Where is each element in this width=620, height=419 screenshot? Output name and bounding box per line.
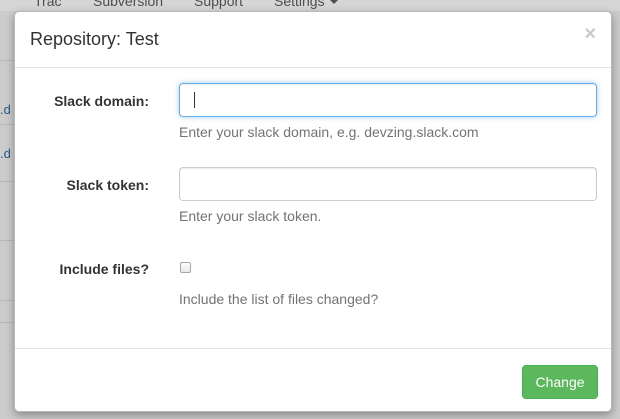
modal-footer: Change: [15, 348, 611, 412]
slack-domain-input[interactable]: [179, 83, 597, 117]
change-button[interactable]: Change: [522, 365, 598, 399]
include-files-checkbox[interactable]: [180, 262, 191, 273]
close-button[interactable]: ×: [584, 24, 596, 44]
slack-domain-label: Slack domain:: [54, 93, 149, 109]
include-files-help: Include the list of files changed?: [179, 291, 379, 307]
repository-modal: Repository: Test × Slack domain: Enter y…: [14, 11, 612, 412]
slack-token-help: Enter your slack token.: [179, 208, 322, 224]
slack-token-input[interactable]: [179, 167, 597, 201]
text-cursor: [194, 92, 195, 108]
modal-title: Repository: Test: [30, 29, 159, 49]
include-files-label: Include files?: [59, 261, 149, 277]
modal-header: Repository: Test ×: [15, 12, 611, 68]
slack-domain-help: Enter your slack domain, e.g. devzing.sl…: [179, 124, 479, 140]
page: Trac Subversion Support Settings .d .d R…: [0, 0, 620, 419]
slack-token-label: Slack token:: [66, 177, 149, 193]
